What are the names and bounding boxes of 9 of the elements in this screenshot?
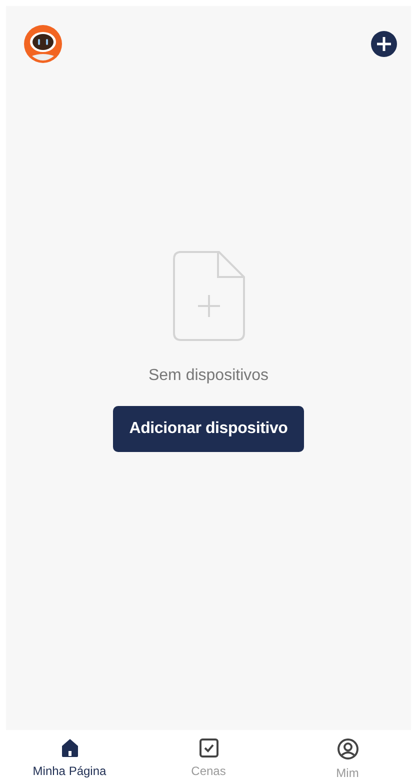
empty-message: Sem dispositivos — [148, 367, 269, 385]
add-device-button[interactable]: Adicionar dispositivo — [113, 406, 304, 452]
checkbox-icon — [198, 738, 218, 758]
nav-tab[interactable]: Minha Página — [0, 730, 139, 782]
add-file-icon — [172, 251, 244, 341]
add-icon[interactable] — [371, 31, 397, 57]
profile-icon — [336, 738, 358, 760]
home-icon — [60, 738, 80, 758]
robot-avatar-icon[interactable] — [24, 25, 62, 63]
